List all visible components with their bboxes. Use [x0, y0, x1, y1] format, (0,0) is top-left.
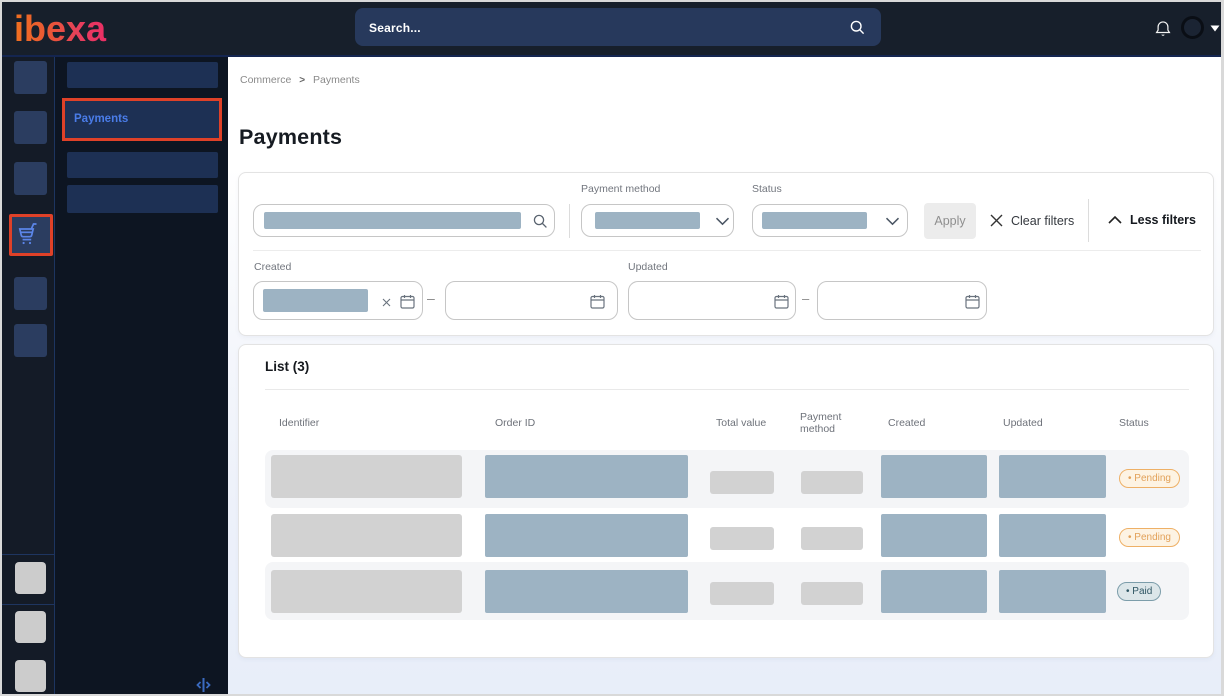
- svg-text:ibexa: ibexa: [14, 13, 107, 45]
